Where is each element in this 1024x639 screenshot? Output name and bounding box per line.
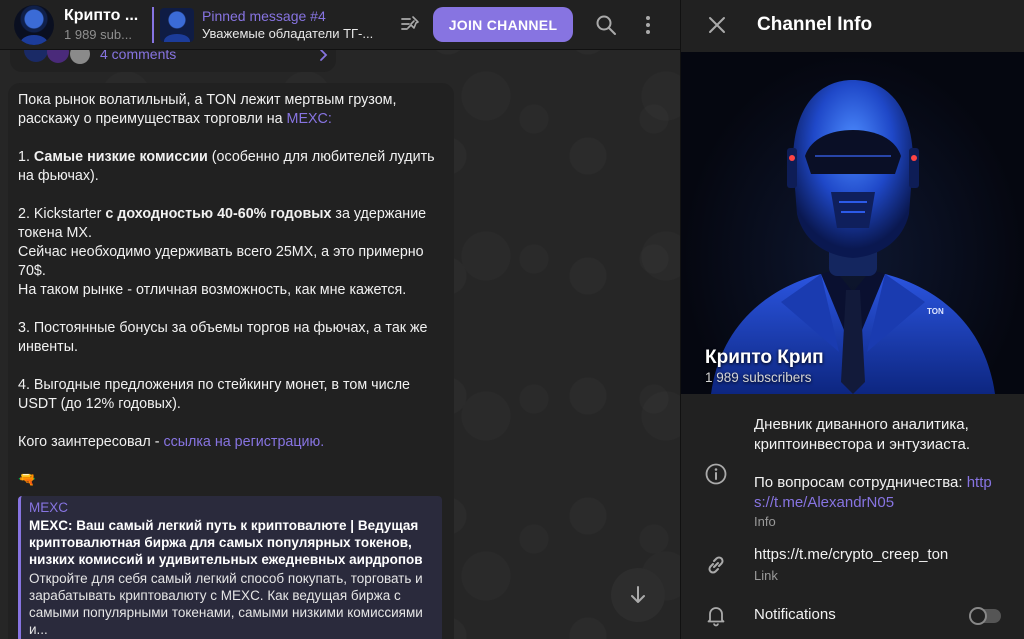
list-item-2: 2. Kickstarter с доходностью 40-60% годо… bbox=[18, 205, 444, 243]
info-label: Info bbox=[754, 514, 776, 529]
scroll-down-button[interactable] bbox=[611, 568, 665, 622]
bell-icon bbox=[707, 607, 725, 627]
more-vertical-icon[interactable] bbox=[636, 13, 660, 37]
message-bubble: Пока рынок волатильный, а TON лежит мерт… bbox=[8, 83, 454, 639]
info-line-2: По вопросам сотрудничества: https://t.me… bbox=[754, 473, 1010, 513]
join-channel-button[interactable]: JOIN CHANNEL bbox=[433, 7, 573, 42]
cover-badge: TON bbox=[927, 307, 944, 316]
toggle-knob bbox=[969, 607, 987, 625]
channel-subscribers: 1 989 sub... bbox=[64, 27, 132, 42]
close-icon[interactable] bbox=[705, 13, 729, 37]
chat-header: Крипто ... 1 989 sub... Pinned message #… bbox=[0, 0, 680, 50]
panel-header: Channel Info bbox=[681, 0, 1024, 50]
search-icon[interactable] bbox=[594, 13, 618, 37]
item-bold: Самые низкие комиссии bbox=[33, 149, 208, 165]
preview-site-name: MEXC bbox=[29, 500, 69, 515]
preview-description: Откройте для себя самый легкий способ по… bbox=[29, 571, 423, 637]
chat-area: 4 comments Крипто ... 1 989 sub... Pinne… bbox=[0, 0, 680, 639]
pinned-indicator bbox=[152, 6, 154, 43]
message-intro: Пока рынок волатильный, а TON лежит мерт… bbox=[18, 91, 444, 129]
item-number: 2. Kickstarter bbox=[18, 206, 106, 222]
registration-link[interactable]: ссылка на регистрацию. bbox=[163, 434, 324, 450]
preview-title: MEXC: Ваш самый легкий путь к криптовалю… bbox=[29, 518, 423, 567]
info-line-2-text: По вопросам сотрудничества: bbox=[754, 474, 967, 491]
pinned-thumbnail bbox=[160, 7, 194, 42]
channel-avatar[interactable] bbox=[14, 4, 54, 45]
mexc-link[interactable]: MEXC: bbox=[287, 111, 332, 127]
list-item-1: 1. Самые низкие комиссии (особенно для л… bbox=[18, 148, 444, 186]
intro-text: Пока рынок волатильный, а TON лежит мерт… bbox=[18, 92, 397, 127]
item-bold: с доходностью 40-60% годовых bbox=[105, 206, 332, 222]
channel-cover-image[interactable]: TON bbox=[681, 52, 1024, 394]
message-cta: Кого заинтересовал - ссылка на регистрац… bbox=[18, 433, 444, 452]
info-line-1: Дневник диванного аналитика, криптоинвес… bbox=[754, 416, 970, 453]
list-item-2-line2: Сейчас необходимо удерживать всего 25MX,… bbox=[18, 244, 424, 279]
link-row[interactable]: https://t.me/crypto_creep_ton Link bbox=[681, 540, 1024, 590]
list-item-3: 3. Постоянные бонусы за объемы торгов на… bbox=[18, 320, 428, 355]
info-icon bbox=[705, 463, 727, 485]
subscriber-count: 1 989 subscribers bbox=[705, 370, 812, 385]
notifications-toggle[interactable] bbox=[969, 607, 1001, 625]
pinned-list-icon[interactable] bbox=[398, 13, 422, 37]
channel-name: Крипто Крип bbox=[705, 347, 824, 368]
arrow-down-icon bbox=[631, 586, 645, 603]
pinned-text: Pinned message #4 Уважемые обладатели ТГ… bbox=[202, 8, 390, 41]
item-number: 1. bbox=[18, 149, 34, 165]
channel-info-panel: Channel Info TON Крипто Крип 1 989 subsc… bbox=[680, 0, 1024, 639]
channel-title-block[interactable]: Крипто ... 1 989 sub... bbox=[64, 7, 144, 42]
info-row[interactable]: Дневник диванного аналитика, криптоинвес… bbox=[681, 410, 1024, 530]
channel-cover-illustration: TON bbox=[711, 80, 995, 394]
pinned-body: Уважемые обладатели ТГ-... bbox=[202, 26, 374, 41]
chevron-right-icon[interactable] bbox=[316, 48, 330, 62]
water-pistol-emoji: 🔫 bbox=[18, 472, 36, 488]
link-label: Link bbox=[754, 568, 778, 583]
link-icon bbox=[708, 556, 724, 574]
channel-link: https://t.me/crypto_creep_ton bbox=[754, 546, 949, 563]
link-preview[interactable]: MEXC MEXC: Ваш самый легкий путь к крипт… bbox=[18, 496, 442, 639]
info-description: Дневник диванного аналитика, криптоинвес… bbox=[754, 415, 1010, 513]
panel-title: Channel Info bbox=[757, 14, 873, 35]
pinned-title: Pinned message #4 bbox=[202, 8, 326, 24]
channel-title: Крипто ... bbox=[64, 7, 139, 24]
cta-text: Кого заинтересовал - bbox=[18, 434, 164, 450]
pinned-message-bar[interactable]: Pinned message #4 Уважемые обладатели ТГ… bbox=[152, 5, 390, 45]
list-item-2-line3: На таком рынке - отличная возможность, к… bbox=[18, 282, 407, 298]
notifications-row[interactable]: Notifications bbox=[681, 600, 1024, 632]
list-item-4: 4. Выгодные предложения по стейкингу мон… bbox=[18, 377, 411, 412]
